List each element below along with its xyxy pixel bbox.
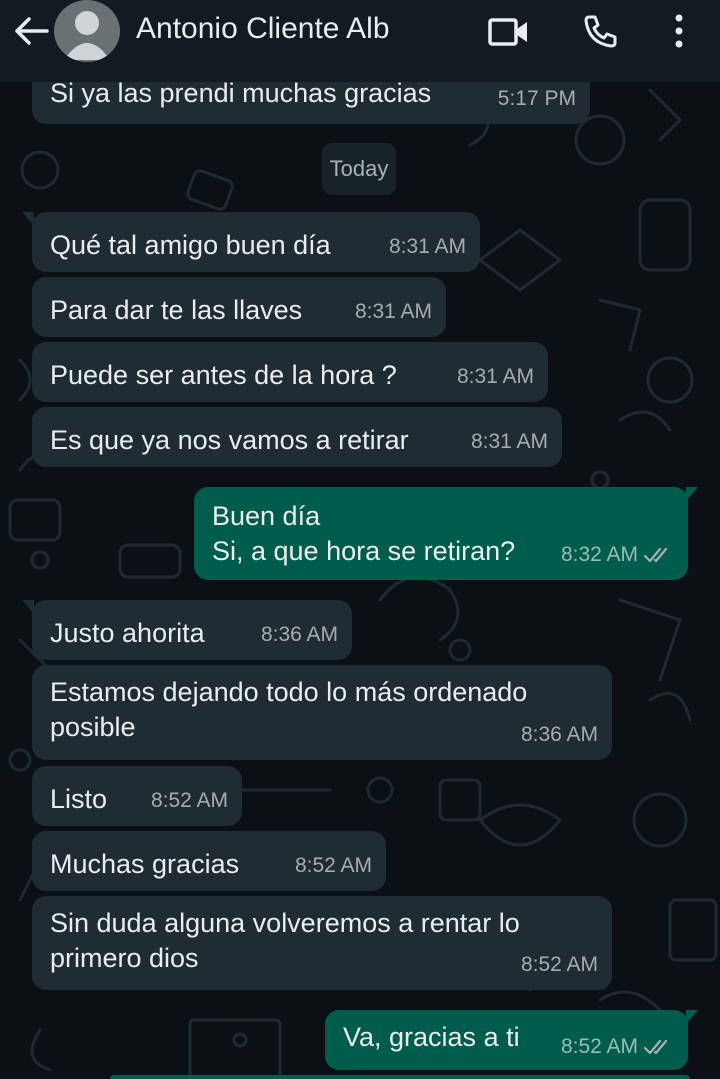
read-receipt-icon <box>644 546 672 564</box>
message-text: Sin duda alguna volveremos a rentar lo p… <box>50 908 520 973</box>
bubble-tail <box>22 600 34 614</box>
message-bubble-incoming[interactable]: Puede ser antes de la hora ? 8:31 AM <box>32 342 548 402</box>
bubble-tail <box>22 212 34 226</box>
message-bubble-incoming[interactable]: Muchas gracias 8:52 AM <box>32 831 386 891</box>
message-bubble-incoming[interactable]: Para dar te las llaves 8:31 AM <box>32 277 446 337</box>
message-time: 8:36 AM <box>260 623 338 646</box>
phone-icon[interactable] <box>578 8 624 54</box>
message-time-label: 8:52 AM <box>560 1035 638 1058</box>
video-call-icon[interactable] <box>484 12 534 52</box>
message-time: 8:31 AM <box>470 430 548 453</box>
bubble-tail <box>686 1010 698 1024</box>
contact-name[interactable]: Antonio Cliente Alb <box>136 12 390 46</box>
message-time: 8:52 AM <box>520 953 598 976</box>
read-receipt-icon <box>644 1038 672 1056</box>
more-options-icon[interactable] <box>660 8 698 54</box>
message-bubble-incoming[interactable]: Qué tal amigo buen día 8:31 AM <box>22 212 480 272</box>
message-text: Es que ya nos vamos a retirar <box>50 425 409 455</box>
message-bubble-incoming[interactable]: Sin duda alguna volveremos a rentar lo p… <box>32 896 612 990</box>
message-time: 8:31 AM <box>354 300 432 323</box>
message-time: 8:31 AM <box>456 365 534 388</box>
message-time-label: 8:32 AM <box>560 543 638 566</box>
avatar[interactable] <box>54 0 120 62</box>
message-bubble-incoming[interactable]: Listo 8:52 AM <box>32 766 242 826</box>
message-time: 8:52 AM <box>561 1029 672 1064</box>
date-separator: Today <box>322 143 396 195</box>
bubble-tail <box>686 487 698 501</box>
message-bubble-incoming[interactable]: Justo ahorita 8:36 AM <box>22 600 352 660</box>
back-arrow-icon[interactable] <box>8 10 54 52</box>
message-bubble-outgoing[interactable]: Buen día Si, a que hora se retiran? 8:32… <box>194 487 698 580</box>
message-bubble-outgoing-partial <box>110 1075 690 1079</box>
message-time: 8:52 AM <box>294 854 372 877</box>
message-time: 5:17 PM <box>497 87 576 110</box>
message-bubble-incoming[interactable]: Es que ya nos vamos a retirar 8:31 AM <box>32 407 562 467</box>
chat-header: Antonio Cliente Alb <box>0 0 720 82</box>
message-time: 8:31 AM <box>388 235 466 258</box>
message-time: 8:32 AM <box>561 537 672 572</box>
message-bubble-incoming[interactable]: Estamos dejando todo lo más ordenado pos… <box>32 665 612 760</box>
message-list: Si ya las prendi muchas gracias 5:17 PM … <box>0 0 720 1079</box>
message-time: 8:36 AM <box>520 723 598 746</box>
message-text: Estamos dejando todo lo más ordenado pos… <box>50 677 528 742</box>
message-time: 8:52 AM <box>150 789 228 812</box>
message-bubble-outgoing[interactable]: Va, gracias a ti 8:52 AM <box>325 1010 698 1070</box>
